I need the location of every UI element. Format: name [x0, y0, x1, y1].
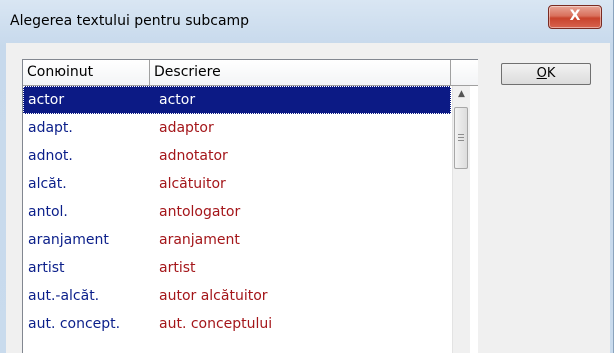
list-item-description: aranjament — [159, 232, 240, 248]
grip-line — [458, 134, 464, 135]
list-item-content: alcăt. — [28, 176, 67, 192]
ok-button[interactable]: OK — [501, 63, 591, 85]
list-item[interactable]: artist artist — [23, 254, 451, 282]
list-item[interactable]: actor actor — [23, 86, 451, 114]
list-item-content: actor — [28, 92, 65, 108]
list-item-description: adaptor — [159, 120, 214, 136]
list-item[interactable]: aranjament aranjament — [23, 226, 451, 254]
list-item[interactable]: adnot. adnotator — [23, 142, 451, 170]
list-item[interactable]: adapt. adaptor — [23, 114, 451, 142]
list-item-description: autor alcătuitor — [159, 288, 268, 304]
scroll-thumb[interactable] — [454, 107, 468, 169]
title-bar[interactable]: Alegerea textului pentru subcamp X — [0, 0, 614, 42]
ok-accelerator: O — [536, 66, 547, 81]
list-item-description: aut. conceptului — [159, 316, 273, 332]
list-item[interactable]: alcăt. alcătuitor — [23, 170, 451, 198]
list-item-content: antol. — [28, 204, 68, 220]
list-item-content: adnot. — [28, 148, 73, 164]
list-item[interactable]: aut. concept. aut. conceptului — [23, 310, 451, 338]
list-item-content: artist — [28, 260, 65, 276]
list-item-content: aut.-alcăt. — [28, 288, 100, 304]
grip-line — [458, 137, 464, 138]
scroll-up-arrow-icon[interactable]: ▲ — [453, 86, 470, 103]
close-icon: X — [569, 8, 581, 24]
list-item-description: actor — [159, 92, 196, 108]
list-item-description: alcătuitor — [159, 176, 226, 192]
list-header: Conюinut Descriere — [23, 60, 451, 86]
window-title: Alegerea textului pentru subcamp — [10, 13, 250, 29]
list-item-description: artist — [159, 260, 196, 276]
list-item-content: aranjament — [28, 232, 109, 248]
dialog-body: Conюinut Descriere actor actor adapt. adapt… — [6, 43, 610, 353]
list-item-content: adapt. — [28, 120, 73, 136]
subfield-text-list[interactable]: Conюinut Descriere actor actor adapt. adapt… — [22, 59, 478, 353]
header-filler — [451, 60, 478, 86]
close-button[interactable]: X — [548, 5, 602, 29]
list-item-description: adnotator — [159, 148, 228, 164]
grip-line — [458, 140, 464, 141]
column-header-content[interactable]: Conюinut — [23, 60, 150, 85]
vertical-scrollbar[interactable]: ▲ — [452, 86, 470, 353]
column-header-description[interactable]: Descriere — [150, 60, 451, 85]
list-item-description: antologator — [159, 204, 241, 220]
dialog-window: Alegerea textului pentru subcamp X Conюi… — [0, 0, 614, 353]
list-rows: actor actor adapt. adaptor adnot. adnotator al… — [23, 86, 451, 338]
list-item[interactable]: aut.-alcăt. autor alcătuitor — [23, 282, 451, 310]
list-item[interactable]: antol. antologator — [23, 198, 451, 226]
list-item-content: aut. concept. — [28, 316, 121, 332]
ok-label-rest: K — [546, 66, 556, 81]
